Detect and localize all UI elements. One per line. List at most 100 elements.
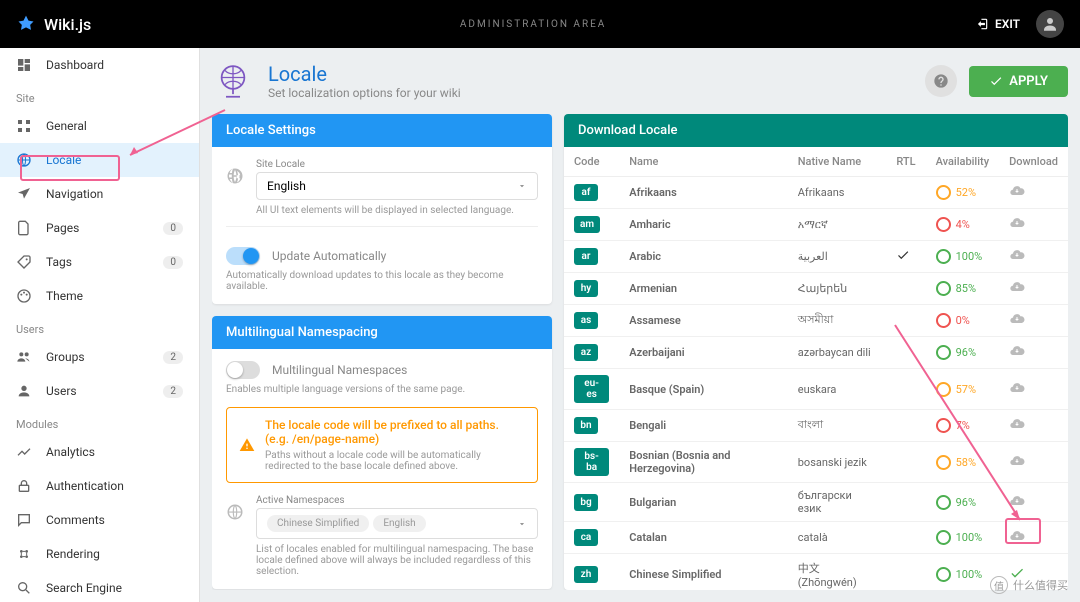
update-auto-title: Update Automatically: [272, 249, 538, 263]
col-native: Native Name: [788, 147, 887, 177]
locale-download-cell[interactable]: [999, 337, 1068, 369]
locale-row: asAssameseঅসমীয়া0%: [564, 305, 1068, 337]
sidebar-item-navigation[interactable]: Navigation: [0, 177, 199, 211]
locale-download-cell[interactable]: [999, 522, 1068, 554]
person-icon: [16, 383, 32, 399]
locale-download-cell[interactable]: [999, 241, 1068, 273]
locale-rtl: [886, 209, 925, 241]
transform-icon: [16, 546, 32, 562]
help-button[interactable]: [925, 65, 957, 97]
sidebar-item-general[interactable]: General: [0, 109, 199, 143]
locale-row: afAfrikaansAfrikaans52%: [564, 177, 1068, 209]
sidebar-item-label: Groups: [46, 350, 85, 364]
user-avatar[interactable]: [1036, 10, 1064, 38]
ns-chip[interactable]: Chinese Simplified: [267, 515, 369, 532]
col-download: Download: [999, 147, 1068, 177]
tag-icon: [16, 254, 32, 270]
locale-row: bs-baBosnian (Bosnia and Herzegovina)bos…: [564, 442, 1068, 483]
sidebar-item-groups[interactable]: Groups2: [0, 340, 199, 374]
locale-name: Catalan: [619, 522, 788, 554]
sidebar-item-tags[interactable]: Tags0: [0, 245, 199, 279]
locale-download-cell[interactable]: [999, 273, 1068, 305]
locale-native: azərbaycan dili: [788, 337, 887, 369]
sidebar-item-comments[interactable]: Comments: [0, 503, 199, 537]
locale-rtl: [886, 369, 925, 410]
locale-download-cell[interactable]: [999, 305, 1068, 337]
sidebar-item-theme[interactable]: Theme: [0, 279, 199, 313]
ns-toggle-row: Multilingual Namespaces: [226, 361, 538, 379]
locale-availability: 96%: [936, 345, 990, 360]
update-auto-toggle[interactable]: [226, 247, 260, 265]
page-title: Locale: [268, 62, 461, 86]
locale-rtl: [886, 273, 925, 305]
page-subtitle: Set localization options for your wiki: [268, 86, 461, 100]
exit-button[interactable]: EXIT: [975, 17, 1020, 31]
locale-availability: 4%: [936, 217, 990, 232]
ns-chip[interactable]: English: [373, 515, 425, 532]
brand: Wiki.js: [16, 14, 91, 34]
download-locale-header: Download Locale: [564, 114, 1068, 147]
sidebar-item-analytics[interactable]: Analytics: [0, 435, 199, 469]
warning-icon: [239, 418, 255, 472]
sidebar-item-rendering[interactable]: Rendering: [0, 537, 199, 571]
site-locale-select[interactable]: English: [256, 172, 538, 200]
active-ns-label: Active Namespaces: [256, 495, 538, 506]
locale-rtl: [886, 554, 925, 591]
active-ns-field: Active Namespaces Chinese SimplifiedEngl…: [226, 495, 538, 577]
locale-row: bgBulgarianбългарски език96%: [564, 483, 1068, 522]
locale-native: català: [788, 522, 887, 554]
locale-download-cell[interactable]: [999, 483, 1068, 522]
locale-download-cell[interactable]: [999, 177, 1068, 209]
locale-table[interactable]: Code Name Native Name RTL Availability D…: [564, 147, 1068, 590]
chevron-down-icon: [517, 181, 527, 191]
dashboard-icon: [16, 57, 32, 73]
locale-code-badge: ar: [574, 248, 598, 265]
search-icon: [16, 580, 32, 596]
sidebar-item-locale[interactable]: Locale: [0, 143, 199, 177]
locale-download-cell[interactable]: [999, 209, 1068, 241]
locale-native: 中文 (Zhōngwén): [788, 554, 887, 591]
apply-button[interactable]: APPLY: [969, 66, 1068, 97]
locale-name: Amharic: [619, 209, 788, 241]
near_me-icon: [16, 186, 32, 202]
sidebar-item-authentication[interactable]: Authentication: [0, 469, 199, 503]
column-left: Locale Settings Site Locale English All …: [212, 114, 552, 590]
active-ns-select[interactable]: Chinese SimplifiedEnglish: [256, 508, 538, 539]
download-locale-card: Download Locale Code Name Native Name RT…: [564, 114, 1068, 590]
locale-code-badge: bg: [574, 494, 598, 511]
cloud-download-icon: [1009, 311, 1025, 327]
watermark: 值什么值得买: [990, 576, 1068, 594]
locale-download-cell[interactable]: [999, 410, 1068, 442]
locale-code-badge: az: [574, 344, 598, 361]
sidebar-item-users[interactable]: Users2: [0, 374, 199, 408]
help-icon: [933, 73, 949, 89]
locale-code-badge: af: [574, 184, 598, 201]
sidebar-item-dashboard[interactable]: Dashboard: [0, 48, 199, 82]
locale-name: Basque (Spain): [619, 369, 788, 410]
sidebar-item-label: Theme: [46, 289, 83, 303]
sidebar-badge: 0: [163, 256, 183, 269]
sidebar-item-label: Pages: [46, 221, 79, 235]
locale-native: bosanski jezik: [788, 442, 887, 483]
locale-name: Afrikaans: [619, 177, 788, 209]
locale-rtl: [886, 410, 925, 442]
locale-settings-body: Site Locale English All UI text elements…: [212, 147, 552, 304]
locale-name: Bengali: [619, 410, 788, 442]
locale-download-cell[interactable]: [999, 442, 1068, 483]
header-text: Locale Set localization options for your…: [268, 62, 461, 100]
locale-native: Afrikaans: [788, 177, 887, 209]
widgets-icon: [16, 118, 32, 134]
locale-download-cell[interactable]: [999, 369, 1068, 410]
cloud-download-icon: [1009, 343, 1025, 359]
locale-native: አማርኛ: [788, 209, 887, 241]
ns-toggle[interactable]: [226, 361, 260, 379]
brand-text: Wiki.js: [44, 15, 91, 34]
locale-availability: 7%: [936, 418, 990, 433]
update-auto-row: Update Automatically: [226, 237, 538, 265]
sidebar-item-search-engine[interactable]: Search Engine: [0, 571, 199, 602]
locale-code-badge: bs-ba: [574, 448, 609, 476]
sidebar-item-pages[interactable]: Pages0: [0, 211, 199, 245]
locale-availability: 58%: [936, 455, 990, 470]
admin-area-label: ADMINISTRATION AREA: [91, 19, 975, 30]
cloud-download-icon: [1009, 247, 1025, 263]
